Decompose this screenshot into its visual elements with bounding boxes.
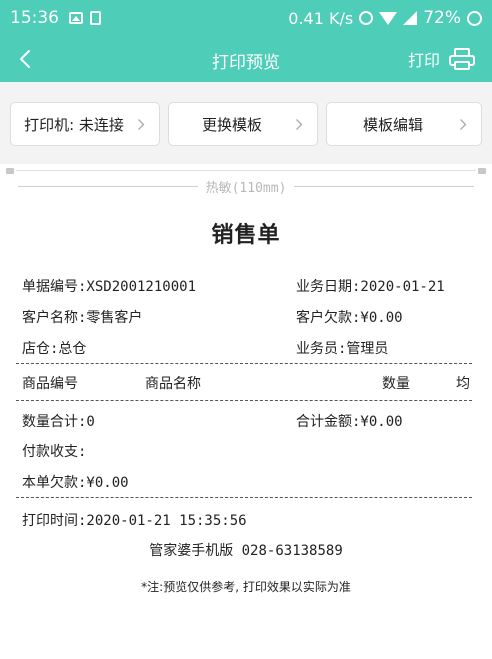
column-header-code: 商品编号	[22, 376, 78, 392]
chevron-right-icon	[137, 117, 151, 131]
paper-roll-edge	[6, 168, 486, 174]
business-date: 业务日期:2020-01-21	[296, 279, 445, 295]
column-header-name: 商品名称	[145, 376, 201, 392]
printer-select-button[interactable]: 打印机: 未连接	[10, 102, 160, 146]
doc-number: 单据编号:XSD2001210001	[22, 279, 197, 295]
chevron-right-icon	[459, 117, 473, 131]
status-bar: 15:36 0.41 K/s 72%	[0, 0, 492, 36]
change-template-label: 更换模板	[201, 115, 262, 134]
print-button[interactable]: 打印	[408, 44, 476, 74]
receipt-preview: 热敏(110mm) 销售单 单据编号:XSD2001210001 业务日期:20…	[0, 164, 492, 659]
column-header-qty: 数量	[382, 376, 410, 392]
alarm-icon	[359, 11, 374, 25]
status-time: 15:36	[10, 8, 59, 28]
edit-template-button[interactable]: 模板编辑	[326, 102, 482, 146]
status-notification-icons	[69, 11, 101, 25]
this-order-debt: 本单欠款:¥0.00	[22, 475, 129, 491]
options-toolbar: 打印机: 未连接 更换模板 模板编辑	[0, 82, 492, 164]
wifi-icon	[379, 11, 398, 25]
battery-icon	[467, 10, 482, 26]
divider	[16, 363, 472, 364]
total-quantity: 数量合计:0	[22, 414, 95, 430]
column-header-avg: 均	[456, 376, 470, 392]
printer-status-label: 打印机: 未连接	[24, 115, 124, 134]
app-header: 打印预览 打印	[0, 36, 492, 82]
payment: 付款收支:	[22, 444, 87, 460]
total-amount: 合计金额:¥0.00	[296, 414, 403, 430]
salesperson: 业务员:管理员	[296, 341, 389, 357]
paper-type-row: 热敏(110mm)	[18, 177, 475, 196]
receipt-title: 销售单	[211, 223, 281, 248]
edit-template-label: 模板编辑	[362, 115, 423, 134]
print-time: 打印时间:2020-01-21 15:35:56	[22, 513, 247, 529]
printer-icon	[449, 48, 475, 70]
customer-name: 客户名称:零售客户	[22, 310, 143, 326]
paper-type-label: 热敏(110mm)	[205, 180, 287, 196]
cell-signal-icon	[403, 11, 418, 25]
battery-level: 72%	[423, 8, 461, 28]
company-contact: 管家婆手机版 028-63138589	[149, 543, 343, 559]
image-notification-icon	[69, 12, 83, 24]
sim-notification-icon	[90, 11, 101, 25]
divider	[16, 497, 472, 498]
status-right: 0.41 K/s 72%	[288, 8, 482, 28]
divider	[16, 400, 472, 401]
print-button-label: 打印	[407, 51, 440, 70]
preview-note: *注:预览仅供参考, 打印效果以实际为准	[141, 580, 351, 594]
warehouse: 店仓:总仓	[22, 341, 87, 357]
network-speed: 0.41 K/s	[288, 8, 354, 28]
change-template-button[interactable]: 更换模板	[168, 102, 318, 146]
customer-debt: 客户欠款:¥0.00	[296, 310, 403, 326]
chevron-right-icon	[295, 117, 309, 131]
